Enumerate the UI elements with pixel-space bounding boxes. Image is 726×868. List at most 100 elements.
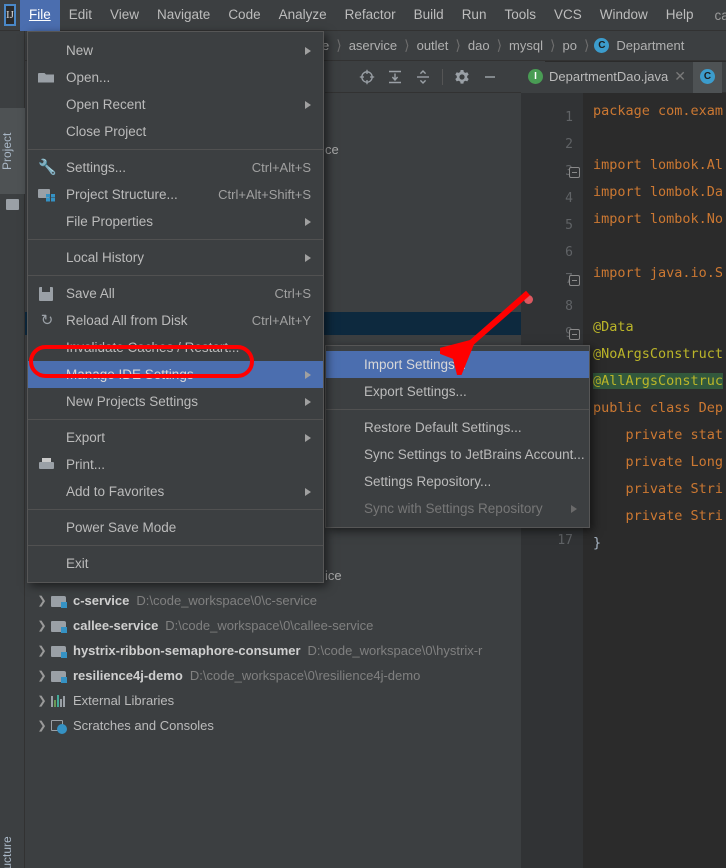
- menu-window[interactable]: Window: [591, 0, 657, 31]
- chevron-right-icon[interactable]: ❯: [33, 594, 51, 607]
- save-icon: [38, 286, 56, 302]
- list-item[interactable]: ❯ hystrix-ribbon-semaphore-consumer D:\c…: [25, 638, 545, 663]
- breadcrumb-separator-icon: ⟩: [336, 37, 342, 53]
- menu-item-new-projects-settings[interactable]: New Projects Settings: [28, 388, 323, 415]
- breadcrumb-item[interactable]: mysql: [507, 38, 545, 53]
- chevron-right-icon[interactable]: ❯: [33, 644, 51, 657]
- submenu-item-sync-settings-jetbrains-account[interactable]: Sync Settings to JetBrains Account...: [326, 441, 589, 468]
- chevron-right-icon[interactable]: ❯: [33, 694, 51, 707]
- menu-item-label: Exit: [66, 556, 89, 571]
- menu-build[interactable]: Build: [405, 0, 453, 31]
- list-item[interactable]: ❯ External Libraries: [25, 688, 545, 713]
- breadcrumb-separator-icon: ⟩: [455, 37, 461, 53]
- menu-vcs[interactable]: VCS: [545, 0, 591, 31]
- locate-icon[interactable]: [353, 62, 381, 92]
- menu-item-label: Print...: [66, 457, 106, 472]
- menu-tools[interactable]: Tools: [495, 0, 545, 31]
- list-item[interactable]: ❯ c-service D:\code_workspace\0\c-servic…: [25, 588, 545, 613]
- code-line: import lombok.No: [593, 211, 724, 227]
- menu-item-invalidate-caches-restart[interactable]: Invalidate Caches / Restart...: [28, 334, 323, 361]
- menu-item-print[interactable]: Print...: [28, 451, 323, 478]
- menu-item-open-recent[interactable]: Open Recent: [28, 91, 323, 118]
- close-icon[interactable]: ✕: [674, 68, 686, 85]
- menu-run-label: Run: [461, 6, 487, 22]
- intellij-logo-icon: IJ: [4, 4, 16, 26]
- tool-window-tab-structure[interactable]: Structure: [0, 821, 25, 868]
- submenu-item-label: Export Settings...: [364, 384, 467, 399]
- menu-navigate[interactable]: Navigate: [148, 0, 219, 31]
- submenu-item-import-settings[interactable]: Import Settings...: [326, 351, 589, 378]
- main-menu-bar: IJ File Edit View Navigate Code Analyze …: [0, 0, 726, 31]
- list-item[interactable]: ❯ callee-service D:\code_workspace\0\cal…: [25, 613, 545, 638]
- hide-icon[interactable]: [476, 62, 504, 92]
- menu-item-settings[interactable]: 🔧 Settings... Ctrl+Alt+S: [28, 154, 323, 181]
- menu-item-label: Settings...: [66, 160, 127, 175]
- breadcrumb-item[interactable]: po: [560, 38, 578, 53]
- menu-help[interactable]: Help: [657, 0, 703, 31]
- submenu-item-export-settings[interactable]: Export Settings...: [326, 378, 589, 405]
- code-fold-toggle-icon[interactable]: [569, 167, 580, 178]
- expand-all-icon[interactable]: [381, 62, 409, 92]
- menu-edit-label: Edit: [68, 6, 92, 22]
- print-icon: [38, 457, 56, 473]
- list-item[interactable]: ❯ Scratches and Consoles: [25, 713, 545, 738]
- chevron-right-icon[interactable]: ❯: [33, 619, 51, 632]
- menu-item-export[interactable]: Export: [28, 424, 323, 451]
- code-line: @Data: [593, 319, 634, 335]
- code-line: private Stri: [593, 481, 724, 497]
- tool-window-tab-project[interactable]: Project: [0, 108, 25, 194]
- menu-item-exit[interactable]: Exit: [28, 550, 323, 577]
- code-fold-toggle-icon[interactable]: [569, 275, 580, 286]
- menu-analyze[interactable]: Analyze: [270, 0, 336, 31]
- line-number: 17: [557, 533, 573, 548]
- menu-run[interactable]: Run: [453, 0, 496, 31]
- line-number: 4: [565, 191, 573, 206]
- list-item[interactable]: ❯ resilience4j-demo D:\code_workspace\0\…: [25, 663, 545, 688]
- breadcrumb-item[interactable]: outlet: [415, 38, 451, 53]
- editor-tab-department[interactable]: C: [692, 62, 722, 93]
- chevron-right-icon: [305, 370, 311, 379]
- manage-ide-settings-submenu: Import Settings... Export Settings... Re…: [325, 345, 590, 528]
- submenu-item-restore-default-settings[interactable]: Restore Default Settings...: [326, 414, 589, 441]
- code-fold-toggle-icon[interactable]: [569, 329, 580, 340]
- menu-item-project-structure[interactable]: Project Structure... Ctrl+Alt+Shift+S: [28, 181, 323, 208]
- code-editor[interactable]: package com.exam import lombok.Al import…: [583, 93, 726, 868]
- menu-item-file-properties[interactable]: File Properties: [28, 208, 323, 235]
- menu-edit[interactable]: Edit: [60, 0, 101, 31]
- menu-separator: [28, 275, 323, 276]
- chevron-right-icon[interactable]: ❯: [33, 669, 51, 682]
- menu-item-save-all[interactable]: Save All Ctrl+S: [28, 280, 323, 307]
- menu-item-power-save-mode[interactable]: Power Save Mode: [28, 514, 323, 541]
- chevron-right-icon: [305, 397, 311, 406]
- settings-gear-icon[interactable]: [448, 62, 476, 92]
- menu-code[interactable]: Code: [219, 0, 269, 31]
- code-line: private Long: [593, 454, 724, 470]
- breadcrumb-separator-icon: ⟩: [404, 37, 410, 53]
- menu-item-manage-ide-settings[interactable]: Manage IDE Settings: [28, 361, 323, 388]
- menu-item-new[interactable]: New: [28, 37, 323, 64]
- menu-item-local-history[interactable]: Local History: [28, 244, 323, 271]
- menu-file[interactable]: File: [19, 0, 60, 31]
- collapse-all-icon[interactable]: [409, 62, 437, 92]
- menu-item-open[interactable]: Open...: [28, 64, 323, 91]
- breadcrumb-separator-icon: ⟩: [496, 37, 503, 53]
- menu-view-label: View: [109, 6, 140, 22]
- code-line: import java.io.S: [593, 265, 724, 281]
- breakpoint-icon[interactable]: [524, 295, 533, 304]
- menu-view[interactable]: View: [101, 0, 148, 31]
- menu-item-add-to-favorites[interactable]: Add to Favorites: [28, 478, 323, 505]
- menu-item-label: Invalidate Caches / Restart...: [66, 340, 240, 355]
- menu-item-reload-all-from-disk[interactable]: ↻ Reload All from Disk Ctrl+Alt+Y: [28, 307, 323, 334]
- submenu-item-label: Restore Default Settings...: [364, 420, 522, 435]
- menu-tools-label: Tools: [504, 6, 536, 22]
- chevron-right-icon[interactable]: ❯: [33, 719, 51, 732]
- breadcrumb-item[interactable]: aservice: [347, 38, 399, 53]
- submenu-item-settings-repository[interactable]: Settings Repository...: [326, 468, 589, 495]
- chevron-right-icon: [305, 433, 311, 442]
- menu-refactor[interactable]: Refactor: [336, 0, 405, 31]
- breadcrumb-class-name[interactable]: Department: [614, 38, 686, 53]
- menu-item-close-project[interactable]: Close Project: [28, 118, 323, 145]
- breadcrumb-item[interactable]: dao: [466, 38, 492, 53]
- editor-tab-departmentdao[interactable]: I DepartmentDao.java ✕: [521, 62, 693, 93]
- chevron-right-icon: [305, 487, 311, 496]
